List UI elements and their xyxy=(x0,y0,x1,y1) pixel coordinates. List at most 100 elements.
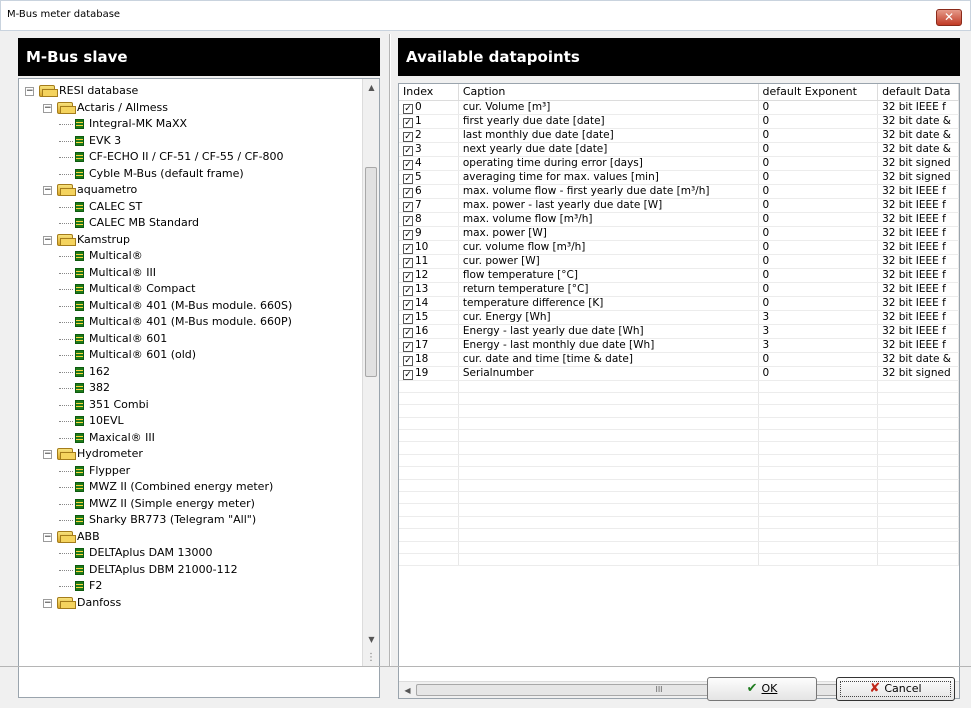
table-row[interactable]: ✓ 3 next yearly due date [date] 0 32 bit dat… xyxy=(399,142,959,157)
table-row[interactable]: ✓ 7 max. power - last yearly due date [W] 0… xyxy=(399,198,959,213)
checkbox-checked-icon[interactable]: ✓ xyxy=(403,159,413,169)
scroll-up-arrow-icon[interactable]: ▲ xyxy=(363,79,379,96)
checkbox-checked-icon[interactable]: ✓ xyxy=(403,187,413,197)
ok-button[interactable]: ✔ OK xyxy=(707,677,817,701)
column-header-data[interactable]: default Data xyxy=(877,84,959,101)
tree-meter-item[interactable]: Multical® 601 xyxy=(19,331,362,348)
tree-scroll-thumb[interactable] xyxy=(365,167,377,377)
checkbox-checked-icon[interactable]: ✓ xyxy=(403,229,413,239)
checkbox-checked-icon[interactable]: ✓ xyxy=(403,355,413,365)
collapse-toggle-icon[interactable]: − xyxy=(43,186,52,195)
tree-folder-item[interactable]: − ABB xyxy=(19,529,362,546)
table-row[interactable]: ✓ 13 return temperature [°C] 0 32 bit IEEE f xyxy=(399,282,959,297)
table-row[interactable]: ✓ 12 flow temperature [°C] 0 32 bit IEEE f xyxy=(399,268,959,283)
grid-scroll-thumb[interactable]: III xyxy=(416,684,902,696)
tree-meter-item[interactable]: MWZ II (Simple energy meter) xyxy=(19,496,362,513)
tree-meter-item[interactable]: CF-ECHO II / CF-51 / CF-55 / CF-800 xyxy=(19,149,362,166)
tree-meter-item[interactable]: Multical® Compact xyxy=(19,281,362,298)
table-row[interactable]: ✓ 19 Serialnumber 0 32 bit signed xyxy=(399,366,959,381)
checkbox-checked-icon[interactable]: ✓ xyxy=(403,327,413,337)
collapse-toggle-icon[interactable]: − xyxy=(43,103,52,113)
tree-meter-item[interactable]: CALEC MB Standard xyxy=(19,215,362,232)
tree-connector-line xyxy=(59,355,73,356)
column-header-index[interactable]: Index xyxy=(399,84,459,101)
meter-icon xyxy=(75,284,84,294)
tree-folder-item[interactable]: − Danfoss xyxy=(19,595,362,612)
collapse-toggle-icon[interactable]: − xyxy=(43,598,52,608)
tree-connector-line xyxy=(59,586,73,587)
table-row[interactable]: ✓ 0 cur. Volume [m³] 0 32 bit IEEE f xyxy=(399,100,959,115)
collapse-toggle-icon[interactable]: − xyxy=(43,450,52,459)
checkbox-checked-icon[interactable]: ✓ xyxy=(403,313,413,323)
tree-folder-item[interactable]: − Hydrometer xyxy=(19,446,362,463)
table-row[interactable]: ✓ 9 max. power [W] 0 32 bit IEEE f xyxy=(399,226,959,241)
tree-meter-item[interactable]: F2 xyxy=(19,578,362,595)
tree-meter-item[interactable]: Multical® 401 (M-Bus module. 660S) xyxy=(19,298,362,315)
checkbox-checked-icon[interactable]: ✓ xyxy=(403,341,413,351)
tree-meter-item[interactable]: 10EVL xyxy=(19,413,362,430)
tree-meter-item[interactable]: EVK 3 xyxy=(19,133,362,150)
tree-meter-item[interactable]: DELTAplus DAM 13000 xyxy=(19,545,362,562)
checkbox-checked-icon[interactable]: ✓ xyxy=(403,215,413,225)
tree-meter-item[interactable]: Cyble M-Bus (default frame) xyxy=(19,166,362,183)
checkbox-checked-icon[interactable]: ✓ xyxy=(403,201,413,211)
column-header-caption[interactable]: Caption xyxy=(458,84,759,101)
table-row[interactable]: ✓ 17 Energy - last monthly due date [Wh] 3 3… xyxy=(399,338,959,353)
tree-meter-item[interactable]: 162 xyxy=(19,364,362,381)
tree-connector-line xyxy=(59,223,73,224)
checkbox-checked-icon[interactable]: ✓ xyxy=(403,271,413,281)
tree-meter-item[interactable]: Multical® 601 (old) xyxy=(19,347,362,364)
tree-meter-item[interactable]: Flypper xyxy=(19,463,362,480)
checkbox-checked-icon[interactable]: ✓ xyxy=(403,117,413,127)
table-row[interactable]: ✓ 18 cur. date and time [time & date] 0 32 b… xyxy=(399,352,959,367)
scroll-down-arrow-icon[interactable]: ▼ xyxy=(363,631,379,648)
meter-tree[interactable]: − RESI database − Actaris / Allmess Integral… xyxy=(18,78,380,698)
cancel-button[interactable]: ✘ Cancel xyxy=(836,677,955,701)
table-row[interactable]: ✓ 1 first yearly due date [date] 0 32 bit da… xyxy=(399,114,959,129)
tree-meter-item[interactable]: Integral-MK MaXX xyxy=(19,116,362,133)
scroll-left-arrow-icon[interactable]: ◀ xyxy=(399,682,416,698)
checkbox-checked-icon[interactable]: ✓ xyxy=(403,103,413,113)
table-row[interactable]: ✓ 10 cur. volume flow [m³/h] 0 32 bit IEEE f xyxy=(399,240,959,255)
panel-splitter[interactable] xyxy=(389,34,391,666)
close-window-button[interactable]: ✕ xyxy=(936,9,962,26)
table-row[interactable]: ✓ 4 operating time during error [days] 0 32 … xyxy=(399,156,959,171)
collapse-toggle-icon[interactable]: − xyxy=(43,235,52,245)
tree-meter-item[interactable]: Sharky BR773 (Telegram "All") xyxy=(19,512,362,529)
tree-meter-item[interactable]: 382 xyxy=(19,380,362,397)
tree-meter-item[interactable]: CALEC ST xyxy=(19,199,362,216)
table-row[interactable]: ✓ 15 cur. Energy [Wh] 3 32 bit IEEE f xyxy=(399,310,959,325)
checkbox-checked-icon[interactable]: ✓ xyxy=(403,145,413,155)
tree-meter-item[interactable]: MWZ II (Combined energy meter) xyxy=(19,479,362,496)
table-row[interactable]: ✓ 16 Energy - last yearly due date [Wh] 3 32… xyxy=(399,324,959,339)
column-header-exponent[interactable]: default Exponent xyxy=(758,84,879,101)
tree-folder-item[interactable]: − Actaris / Allmess xyxy=(19,100,362,117)
tree-meter-item[interactable]: Maxical® III xyxy=(19,430,362,447)
tree-meter-item[interactable]: 351 Combi xyxy=(19,397,362,414)
table-row[interactable]: ✓ 11 cur. power [W] 0 32 bit IEEE f xyxy=(399,254,959,269)
tree-meter-item[interactable]: DELTAplus DBM 21000-112 xyxy=(19,562,362,579)
checkbox-checked-icon[interactable]: ✓ xyxy=(403,131,413,141)
table-row[interactable]: ✓ 2 last monthly due date [date] 0 32 bit da… xyxy=(399,128,959,143)
checkbox-checked-icon[interactable]: ✓ xyxy=(403,285,413,295)
table-row[interactable]: ✓ 5 averaging time for max. values [min] 0 3… xyxy=(399,170,959,185)
table-row[interactable]: ✓ 6 max. volume flow - first yearly due da… xyxy=(399,184,959,199)
checkbox-checked-icon[interactable]: ✓ xyxy=(403,243,413,253)
tree-meter-item[interactable]: Multical® III xyxy=(19,265,362,282)
checkbox-checked-icon[interactable]: ✓ xyxy=(403,173,413,183)
collapse-toggle-icon[interactable]: − xyxy=(25,87,34,96)
tree-meter-item[interactable]: Multical® 401 (M-Bus module. 660P) xyxy=(19,314,362,331)
checkbox-checked-icon[interactable]: ✓ xyxy=(403,369,413,379)
empty-cell xyxy=(458,454,759,468)
tree-folder-item[interactable]: − RESI database xyxy=(19,83,362,100)
table-row[interactable]: ✓ 14 temperature difference [K] 0 32 bit IEE… xyxy=(399,296,959,311)
tree-item-label: Multical® 401 (M-Bus module. 660S) xyxy=(89,298,293,312)
tree-vertical-scrollbar[interactable]: ▲ ▼ xyxy=(362,79,379,648)
table-row[interactable]: ✓ 8 max. volume flow [m³/h] 0 32 bit IEEE f xyxy=(399,212,959,227)
checkbox-checked-icon[interactable]: ✓ xyxy=(403,299,413,309)
tree-folder-item[interactable]: − aquametro xyxy=(19,182,362,199)
tree-meter-item[interactable]: Multical® xyxy=(19,248,362,265)
collapse-toggle-icon[interactable]: − xyxy=(43,532,52,542)
tree-folder-item[interactable]: − Kamstrup xyxy=(19,232,362,249)
checkbox-checked-icon[interactable]: ✓ xyxy=(403,257,413,267)
